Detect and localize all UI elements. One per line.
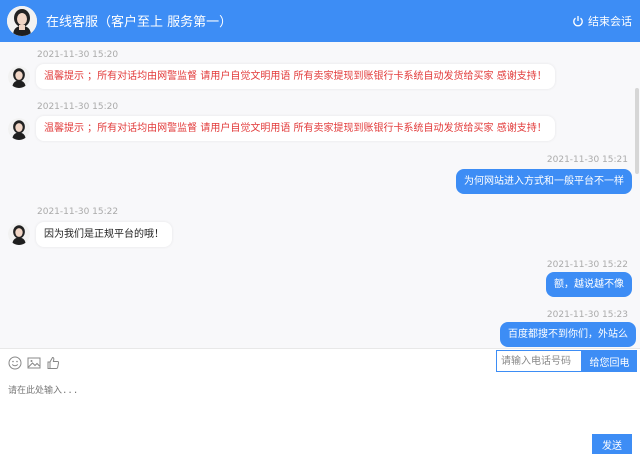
user-message: 额，越说越不像 (546, 272, 632, 297)
agent-avatar-icon (8, 223, 30, 245)
callback-button[interactable]: 给您回电 (582, 350, 637, 372)
chat-messages[interactable]: 2021-11-30 15:20 温馨提示 ；所有对话均由网警监督 请用户自觉文… (0, 42, 640, 348)
end-chat-button[interactable]: 结束会话 (572, 13, 632, 29)
send-button[interactable]: 发送 (592, 434, 632, 454)
agent-message: 温馨提示 ；所有对话均由网警监督 请用户自觉文明用语 所有卖家提现到账银行卡系统… (36, 116, 555, 141)
user-message: 为何网站进入方式和一般平台不一样 (456, 169, 632, 194)
agent-avatar-icon (7, 6, 37, 36)
end-chat-label: 结束会话 (588, 15, 632, 28)
phone-number-input[interactable] (496, 350, 582, 372)
message-time: 2021-11-30 15:20 (37, 102, 119, 112)
message-time: 2021-11-30 15:23 (546, 310, 628, 320)
message-input[interactable] (0, 376, 640, 460)
image-icon[interactable] (27, 356, 41, 370)
message-time: 2021-11-30 15:21 (546, 155, 628, 165)
chat-header: 在线客服（客户至上 服务第一） 结束会话 (0, 0, 640, 42)
agent-message: 因为我们是正规平台的哦！ (36, 222, 172, 247)
message-time: 2021-11-30 15:20 (37, 50, 119, 60)
emoji-icon[interactable] (8, 356, 22, 370)
agent-message: 温馨提示 ；所有对话均由网警监督 请用户自觉文明用语 所有卖家提现到账银行卡系统… (36, 64, 555, 89)
message-time: 2021-11-30 15:22 (546, 260, 628, 270)
user-message: 百度都搜不到你们，外站么 (500, 322, 636, 347)
chat-title: 在线客服（客户至上 服务第一） (46, 15, 233, 30)
agent-avatar-icon (8, 66, 30, 88)
agent-avatar-icon (8, 118, 30, 140)
chat-scrollbar[interactable] (635, 88, 639, 174)
power-icon (573, 16, 583, 27)
thumbs-up-icon[interactable] (46, 356, 60, 370)
message-time: 2021-11-30 15:22 (37, 207, 119, 217)
